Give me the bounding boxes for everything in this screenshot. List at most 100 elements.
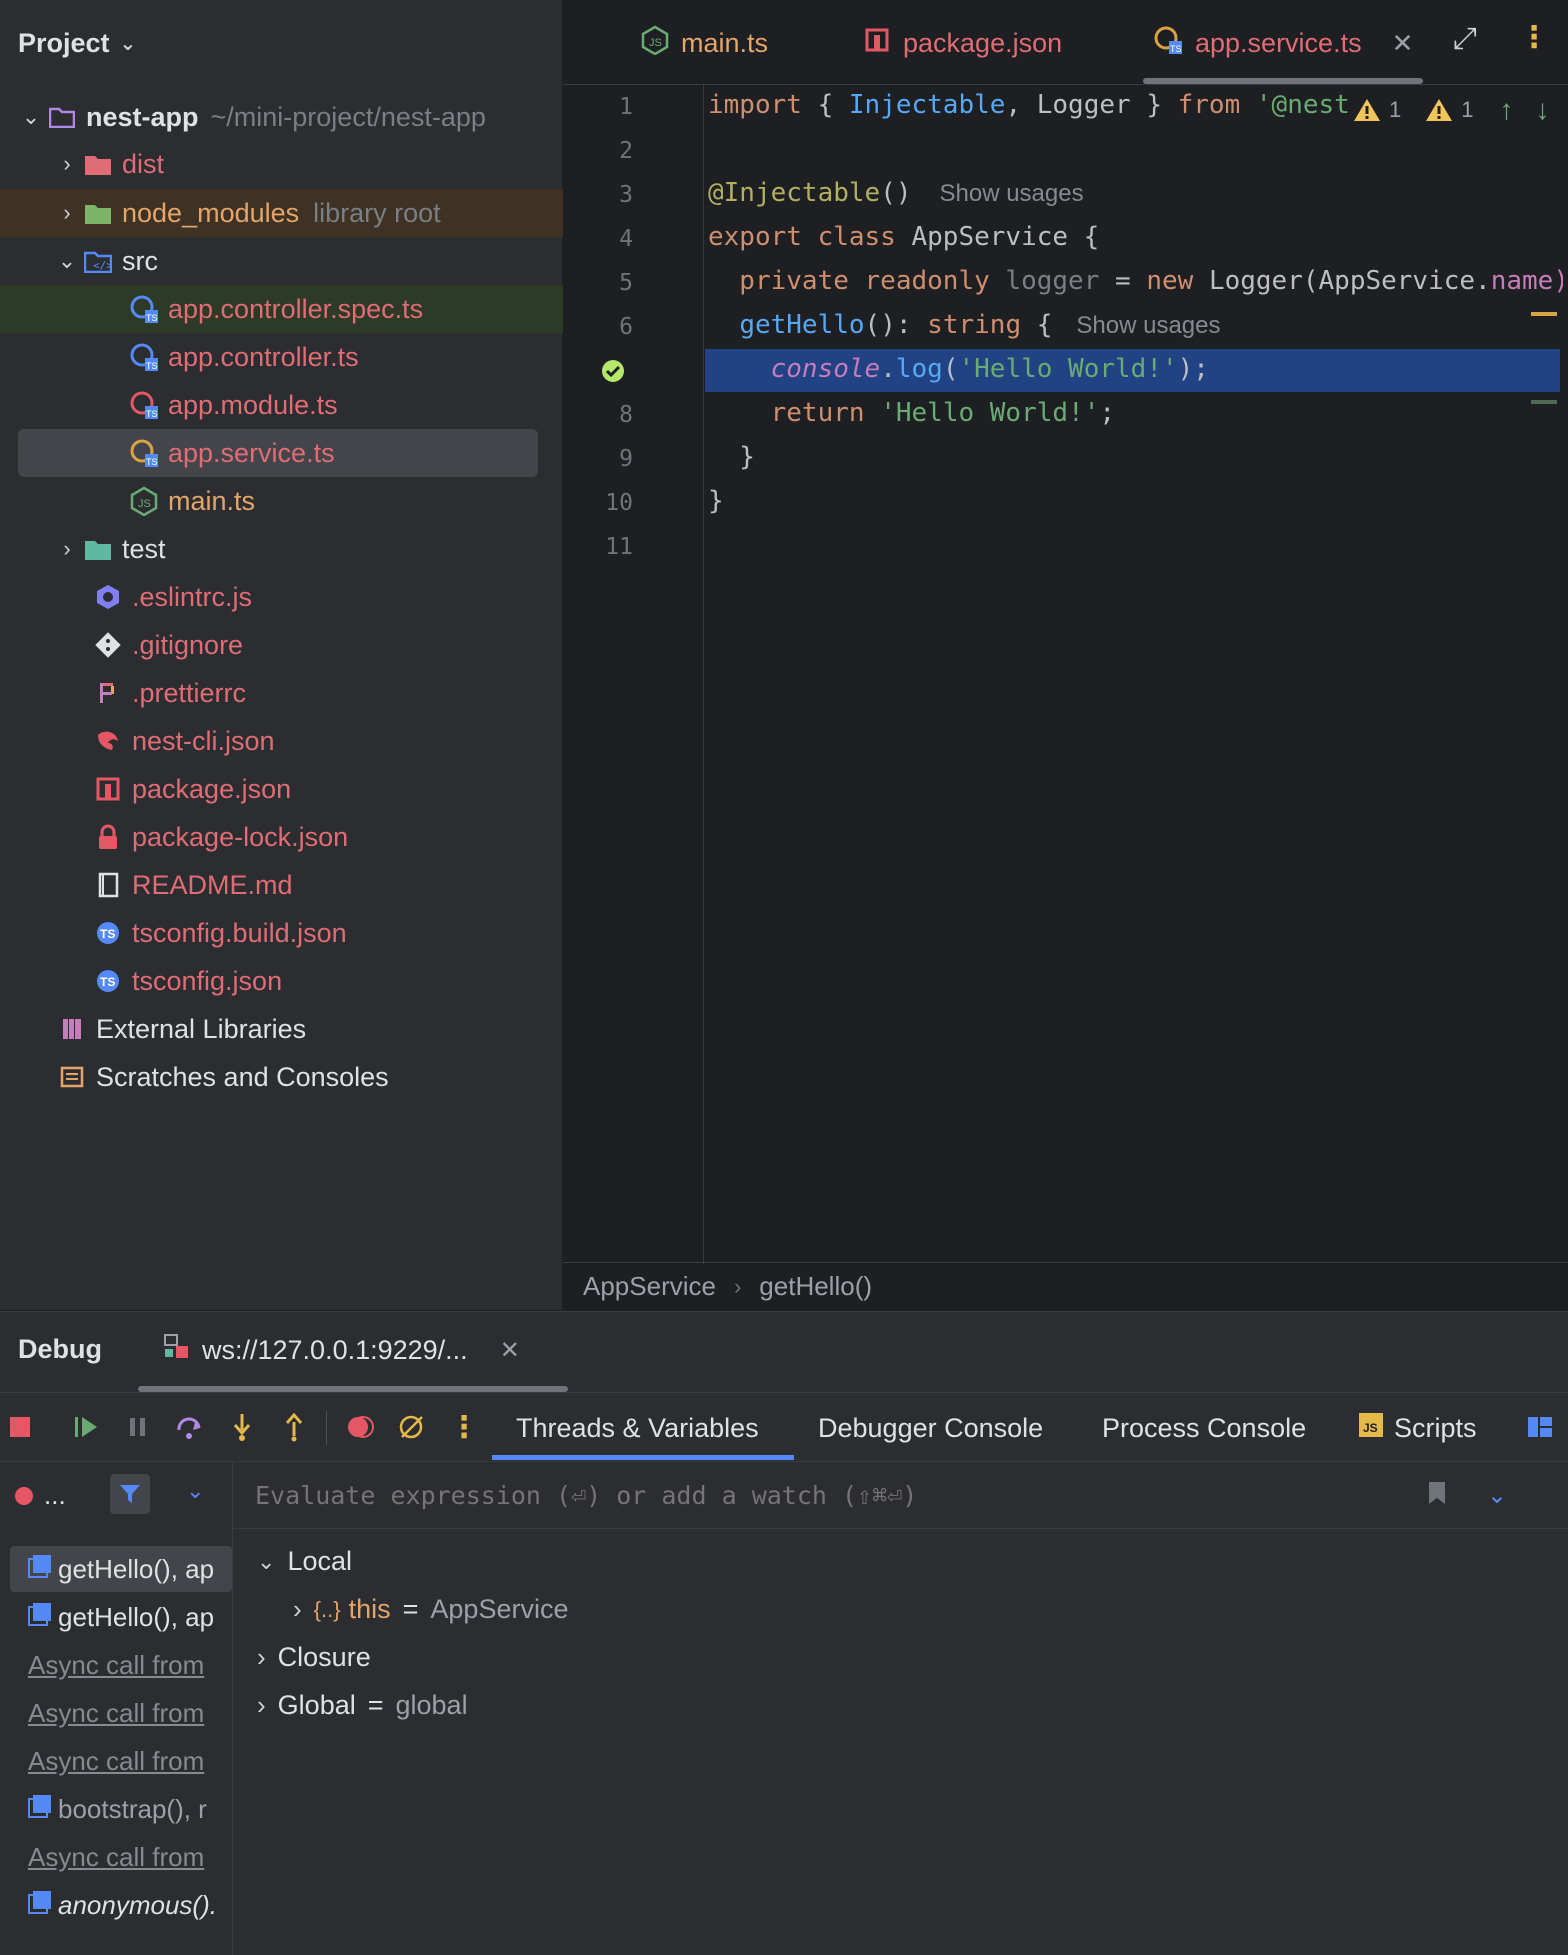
test-folder-icon [82, 533, 114, 565]
frame-item[interactable]: bootstrap(), r [10, 1786, 232, 1832]
breadcrumb-class[interactable]: AppService [583, 1271, 716, 1302]
tree-item-scratches[interactable]: Scratches and Consoles [0, 1053, 618, 1101]
tree-item-nest-cli[interactable]: nest-cli.json [0, 717, 654, 765]
warning-icon [1426, 99, 1453, 121]
line-gutter [563, 84, 704, 1264]
arrow-up-icon[interactable]: ↑ [1500, 94, 1514, 126]
tree-item-package-json[interactable]: package.json [0, 765, 654, 813]
nest-service-icon: TS [128, 437, 160, 469]
line-number: 9 [619, 446, 633, 472]
var-global[interactable]: › Global = global [257, 1690, 468, 1721]
warning-marker[interactable] [1531, 312, 1557, 316]
code-line-3[interactable]: @Injectable() Show usages [708, 178, 1084, 208]
tree-item-gitignore[interactable]: .gitignore [0, 621, 654, 669]
tab-main-ts[interactable]: JS main.ts [641, 20, 768, 66]
view-breakpoints-icon[interactable] [342, 1409, 378, 1445]
tree-item-label: main.ts [168, 485, 256, 516]
var-closure[interactable]: › Closure [257, 1642, 371, 1673]
project-view-selector[interactable]: Project ⌄ [18, 20, 136, 66]
pause-icon[interactable] [120, 1409, 156, 1445]
chevron-down-icon[interactable]: ⌄ [1487, 1481, 1507, 1510]
svg-text:JS: JS [138, 498, 151, 510]
tree-item-src[interactable]: ⌄ </> src [0, 237, 614, 285]
tree-item-external-libraries[interactable]: External Libraries [0, 1005, 618, 1053]
evaluate-expression-input[interactable] [253, 1479, 1407, 1511]
code-line-7[interactable]: console.log('Hello World!'); [708, 354, 1209, 384]
tree-item-tsconfig-build[interactable]: TS tsconfig.build.json [0, 909, 654, 957]
code-line-4[interactable]: export class AppService { [708, 222, 1099, 252]
code-line-1[interactable]: import { Injectable, Logger } from '@nes… [708, 90, 1358, 120]
tsconfig-icon: TS [92, 917, 124, 949]
breakpoint-check-icon[interactable] [601, 359, 625, 388]
svg-text:JS: JS [649, 37, 662, 49]
tree-item-label: node_modules [122, 197, 300, 228]
tab-debugger-console[interactable]: Debugger Console [818, 1405, 1043, 1451]
tree-item-tsconfig[interactable]: TS tsconfig.json [0, 957, 654, 1005]
arrow-down-icon[interactable]: ↓ [1536, 94, 1550, 126]
mute-breakpoints-icon[interactable] [394, 1409, 430, 1445]
tree-item-node-modules[interactable]: › node_modules library root [0, 189, 614, 237]
tree-item-dist[interactable]: › dist [0, 140, 614, 188]
tree-item-readme[interactable]: README.md [0, 861, 654, 909]
step-out-icon[interactable] [276, 1409, 312, 1445]
filter-icon[interactable] [110, 1474, 150, 1514]
var-local[interactable]: ⌄ Local [257, 1546, 352, 1577]
bookmark-icon[interactable] [1427, 1481, 1447, 1510]
tree-item-label: package-lock.json [132, 821, 349, 852]
code-line-10[interactable]: } [708, 486, 724, 516]
frame-item[interactable]: getHello(), ap [10, 1546, 232, 1592]
thread-selector[interactable]: ... [14, 1480, 66, 1511]
breadcrumb-method[interactable]: getHello() [759, 1271, 872, 1302]
code-line-8[interactable]: return 'Hello World!'; [708, 398, 1115, 428]
tree-item-eslintrc[interactable]: .eslintrc.js [0, 573, 654, 621]
tree-item-app-service[interactable]: TS app.service.ts [18, 429, 538, 477]
scratches-icon [56, 1061, 88, 1093]
line-number: 6 [619, 314, 633, 340]
tree-item-package-lock[interactable]: package-lock.json [0, 813, 654, 861]
chevron-down-icon: ⌄ [21, 104, 41, 129]
library-root-hint: library root [313, 197, 441, 228]
stop-icon[interactable] [2, 1409, 38, 1445]
source-folder-icon: </> [82, 245, 114, 277]
tree-root-nest-app[interactable]: ⌄ nest-app ~/mini-project/nest-app [0, 93, 578, 141]
resume-icon[interactable] [68, 1409, 104, 1445]
line-number: 11 [605, 534, 633, 560]
tab-app-service-ts[interactable]: TS app.service.ts ✕ [1142, 20, 1424, 84]
close-tab-icon[interactable]: ✕ [1392, 28, 1414, 59]
code-line-5[interactable]: private readonly logger = new Logger(App… [708, 266, 1563, 296]
change-marker[interactable] [1531, 400, 1557, 404]
debug-session-tab[interactable]: ws://127.0.0.1:9229/... ✕ [162, 1332, 520, 1369]
more-options-icon[interactable]: ⋮ [446, 1409, 482, 1445]
code-line-6[interactable]: getHello(): string {Show usages [708, 310, 1220, 340]
tab-scripts[interactable]: JS Scripts [1358, 1405, 1477, 1451]
tree-item-prettierrc[interactable]: .prettierrc [0, 669, 654, 717]
frame-item[interactable]: getHello(), ap [10, 1594, 232, 1640]
async-frame[interactable]: Async call from [10, 1738, 232, 1784]
nodejs-icon: JS [128, 485, 160, 517]
step-into-icon[interactable] [224, 1409, 260, 1445]
tree-item-label: app.controller.ts [168, 341, 359, 372]
code-line-9[interactable]: } [708, 442, 755, 472]
tree-item-test[interactable]: › test [0, 525, 614, 573]
var-this[interactable]: › {..} this = AppService [293, 1594, 568, 1625]
chevron-down-icon: ⌄ [257, 1548, 276, 1574]
js-file-icon: JS [1358, 1412, 1384, 1445]
tab-package-json[interactable]: package.json [863, 20, 1062, 66]
expand-icon[interactable]: ⤢ [1453, 22, 1477, 56]
async-frame[interactable]: Async call from [10, 1642, 232, 1688]
layout-icon[interactable] [1522, 1409, 1558, 1445]
async-frame[interactable]: Async call from [10, 1690, 232, 1736]
chevron-right-icon: › [257, 1642, 266, 1672]
tab-threads-variables[interactable]: Threads & Variables [516, 1405, 759, 1451]
chevron-right-icon: › [63, 536, 71, 561]
frame-item[interactable]: anonymous(). [10, 1882, 232, 1928]
inspection-widget[interactable]: 1 1 ↑ ↓ [1353, 94, 1550, 126]
close-session-icon[interactable]: ✕ [500, 1336, 520, 1365]
tab-process-console[interactable]: Process Console [1102, 1405, 1306, 1451]
line-number: 5 [619, 270, 633, 296]
chevron-down-icon[interactable]: ⌄ [186, 1478, 204, 1504]
more-options-icon[interactable]: ⋮ [1519, 20, 1549, 55]
step-over-icon[interactable] [172, 1409, 208, 1445]
thread-label: ... [44, 1480, 66, 1510]
async-frame[interactable]: Async call from [10, 1834, 232, 1880]
